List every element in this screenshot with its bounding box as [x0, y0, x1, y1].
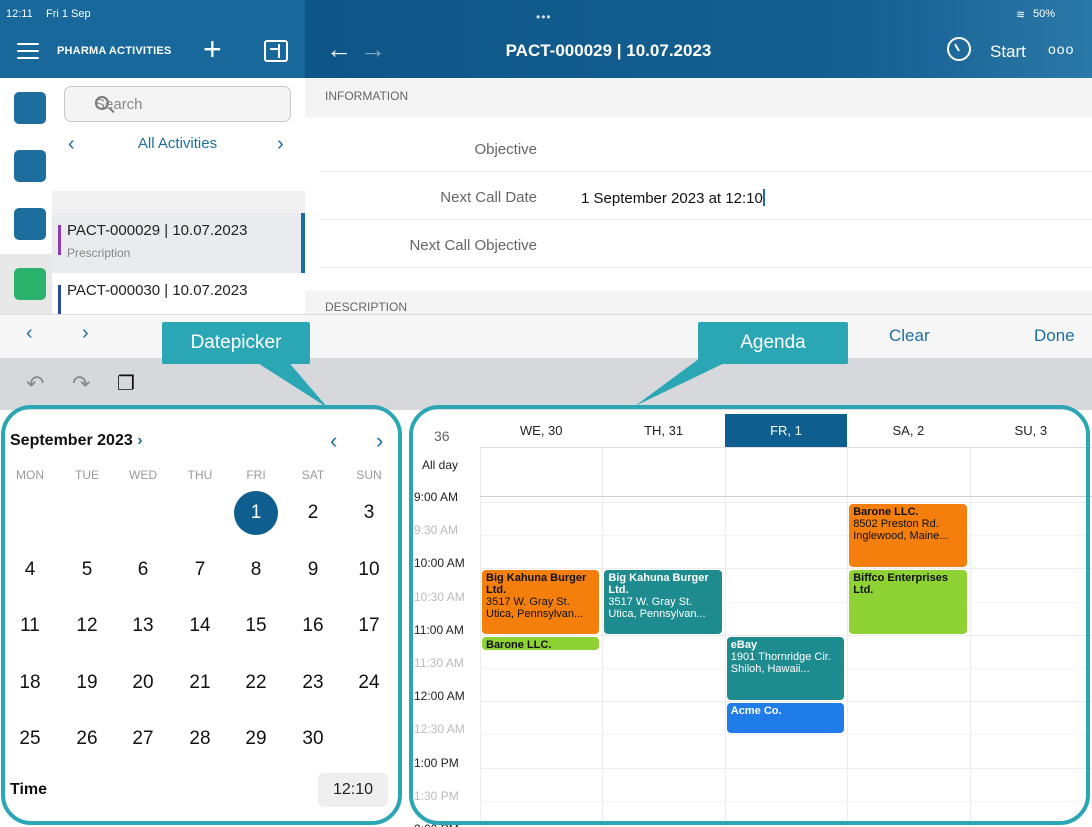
calendar-day[interactable]: 27 — [121, 717, 165, 761]
calendar-day[interactable]: 14 — [178, 604, 222, 648]
calendar-day[interactable]: 15 — [234, 604, 278, 648]
calendar-day[interactable]: 30 — [291, 717, 335, 761]
calendar-day[interactable]: 5 — [65, 548, 109, 592]
datepicker-callout: Datepicker — [162, 322, 310, 364]
weekday-thu: THU — [187, 468, 213, 482]
weekday-fri: FRI — [246, 468, 266, 482]
selected-day[interactable]: 1 — [234, 491, 278, 535]
calendar-day[interactable]: 6 — [121, 548, 165, 592]
weekday-sun: SUN — [356, 468, 382, 482]
calendar-day[interactable]: 10 — [347, 548, 391, 592]
weekday-sat: SAT — [301, 468, 325, 482]
datepicker-pointer — [250, 358, 328, 408]
calendar-day[interactable]: 21 — [178, 661, 222, 705]
agenda-pointer — [635, 358, 735, 406]
weekday-mon: MON — [16, 468, 44, 482]
calendar-day[interactable]: 17 — [347, 604, 391, 648]
calendar-day[interactable]: 12 — [65, 604, 109, 648]
calendar-day[interactable]: 3 — [347, 491, 391, 535]
calendar-day[interactable]: 25 — [8, 717, 52, 761]
calendar-day[interactable]: 18 — [8, 661, 52, 705]
calendar-day[interactable]: 29 — [234, 717, 278, 761]
calendar-day[interactable]: 13 — [121, 604, 165, 648]
calendar-day[interactable]: 8 — [234, 548, 278, 592]
calendar-day[interactable]: 19 — [65, 661, 109, 705]
app-screen: 12:11 Fri 1 Sep 50% ≋ ••• PHARMA ACTIVIT… — [0, 0, 1092, 827]
calendar-day[interactable]: 9 — [291, 548, 335, 592]
calendar-day[interactable]: 24 — [347, 661, 391, 705]
calendar-day[interactable]: 11 — [8, 604, 52, 648]
calendar-day[interactable]: 16 — [291, 604, 335, 648]
calendar-day[interactable]: 22 — [234, 661, 278, 705]
calendar-day[interactable]: 20 — [121, 661, 165, 705]
calendar-day[interactable]: 28 — [178, 717, 222, 761]
weekday-wed: WED — [129, 468, 157, 482]
calendar-day[interactable]: 7 — [178, 548, 222, 592]
calendar-day[interactable]: 4 — [8, 548, 52, 592]
calendar-day[interactable]: 2 — [291, 491, 335, 535]
calendar-day[interactable]: 23 — [291, 661, 335, 705]
weekday-tue: TUE — [75, 468, 99, 482]
agenda-callout: Agenda — [698, 322, 848, 364]
calendar-day[interactable]: 26 — [65, 717, 109, 761]
